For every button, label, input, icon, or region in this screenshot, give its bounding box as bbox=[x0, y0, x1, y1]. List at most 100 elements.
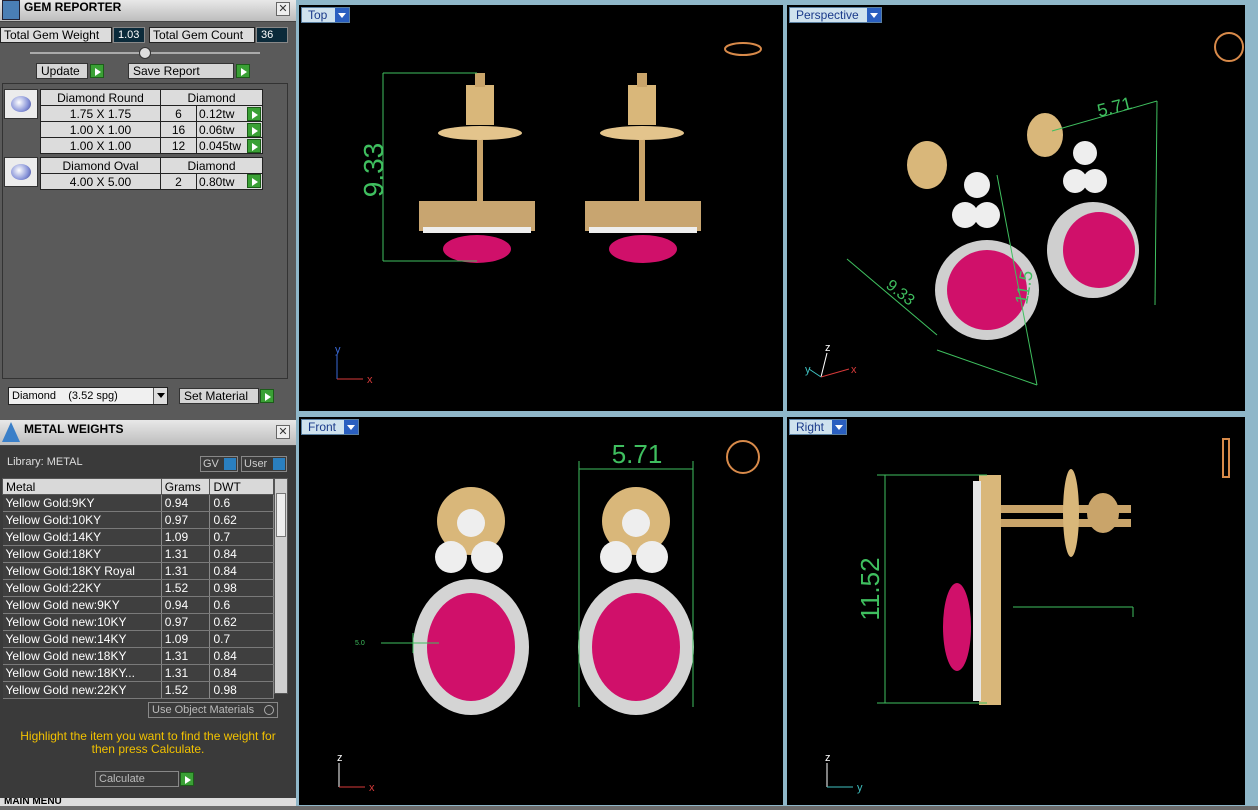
column-header[interactable]: Metal bbox=[2, 478, 162, 495]
viewport-front-label[interactable]: Front bbox=[301, 419, 360, 435]
close-icon[interactable]: ✕ bbox=[276, 2, 290, 16]
viewport-top-label[interactable]: Top bbox=[301, 7, 351, 23]
gem-reporter-icon bbox=[2, 0, 20, 20]
metal-grams: 0.97 bbox=[161, 511, 211, 529]
metal-dwt: 0.7 bbox=[209, 630, 274, 648]
set-material-button[interactable]: Set Material bbox=[179, 388, 259, 404]
viewport-perspective-label[interactable]: Perspective bbox=[789, 7, 882, 23]
column-header[interactable]: Grams bbox=[160, 478, 211, 495]
table-row[interactable]: Yellow Gold new:18KY 1.31 0.84 bbox=[2, 647, 274, 665]
close-icon[interactable]: ✕ bbox=[276, 425, 290, 439]
metal-dwt: 0.62 bbox=[209, 613, 274, 631]
chevron-down-icon[interactable] bbox=[344, 420, 359, 434]
calculate-arrow-icon[interactable] bbox=[180, 772, 194, 786]
gem-group-material: Diamond bbox=[160, 89, 263, 106]
chevron-down-icon[interactable] bbox=[832, 420, 847, 434]
metal-dwt: 0.98 bbox=[209, 681, 274, 699]
metal-table-scrollbar[interactable] bbox=[274, 478, 288, 694]
calculate-button[interactable]: Calculate bbox=[95, 771, 179, 787]
axis-x-label: x bbox=[369, 782, 375, 794]
update-arrow-icon[interactable] bbox=[90, 64, 104, 78]
chevron-down-icon[interactable] bbox=[335, 8, 350, 22]
user-label: User bbox=[244, 458, 268, 470]
viewport-right-label[interactable]: Right bbox=[789, 419, 848, 435]
table-row[interactable]: Yellow Gold new:14KY 1.09 0.7 bbox=[2, 630, 274, 648]
earring-left bbox=[419, 73, 535, 263]
chevron-down-icon[interactable] bbox=[153, 388, 167, 404]
select-row-icon[interactable] bbox=[247, 123, 261, 137]
table-row[interactable]: Yellow Gold new:10KY 0.97 0.62 bbox=[2, 613, 274, 631]
select-row-icon[interactable] bbox=[247, 107, 261, 121]
top-view-canvas: 9.33 y x bbox=[335, 42, 762, 386]
save-arrow-icon[interactable] bbox=[236, 64, 250, 78]
set-material-arrow-icon[interactable] bbox=[260, 389, 274, 403]
gem-reporter-title: GEM REPORTER bbox=[24, 0, 122, 14]
main-menu-bar[interactable]: MAIN MENU bbox=[0, 798, 296, 806]
gv-toggle[interactable]: GV bbox=[200, 456, 238, 472]
axis-indicator: y x bbox=[335, 344, 373, 386]
axis-z-label: z bbox=[337, 752, 343, 764]
view-cube-icon[interactable] bbox=[724, 42, 762, 56]
table-row[interactable]: Yellow Gold:22KY 1.52 0.98 bbox=[2, 579, 274, 597]
axis-y-label: y bbox=[857, 782, 863, 794]
metal-name: Yellow Gold new:10KY bbox=[2, 613, 162, 631]
axis-indicator: z x bbox=[337, 752, 375, 794]
select-row-icon[interactable] bbox=[247, 174, 261, 188]
table-row[interactable]: Yellow Gold:9KY 0.94 0.6 bbox=[2, 494, 274, 512]
gem-group-oval: Diamond Oval Diamond 4.00 X 5.00 2 0.80tw bbox=[40, 157, 263, 190]
view-cube-icon[interactable] bbox=[1214, 32, 1244, 62]
earring-right bbox=[585, 73, 701, 263]
metal-name: Yellow Gold:18KY bbox=[2, 545, 162, 563]
earring-left bbox=[413, 487, 529, 715]
metal-grams: 1.09 bbox=[161, 630, 211, 648]
total-count-value: 36 bbox=[256, 27, 288, 43]
metal-dwt: 0.84 bbox=[209, 545, 274, 563]
user-toggle[interactable]: User bbox=[241, 456, 287, 472]
metal-name: Yellow Gold:14KY bbox=[2, 528, 162, 546]
gem-count: 16 bbox=[160, 121, 197, 138]
table-row[interactable]: Yellow Gold:18KY 1.31 0.84 bbox=[2, 545, 274, 563]
table-row[interactable]: Yellow Gold new:22KY 1.52 0.98 bbox=[2, 681, 274, 699]
dimension-label: 9.33 bbox=[883, 277, 918, 310]
viewport-right[interactable]: Right 11.52 z y bbox=[786, 416, 1246, 806]
dimension-label: 9.33 bbox=[358, 143, 389, 198]
view-cube-icon[interactable] bbox=[726, 440, 760, 474]
metal-grams: 1.31 bbox=[161, 647, 211, 665]
gem-count: 2 bbox=[160, 173, 197, 190]
save-report-button[interactable]: Save Report bbox=[128, 63, 234, 79]
viewport-front-name: Front bbox=[308, 420, 337, 434]
metal-name: Yellow Gold new:22KY bbox=[2, 681, 162, 699]
earring-side bbox=[943, 469, 1131, 705]
total-weight-value: 1.03 bbox=[113, 27, 145, 43]
gem-group-round: Diamond Round Diamond 1.75 X 1.75 6 0.12tw … bbox=[40, 89, 263, 154]
table-row[interactable]: Yellow Gold:14KY 1.09 0.7 bbox=[2, 528, 274, 546]
metal-name: Yellow Gold new:18KY... bbox=[2, 664, 162, 682]
gem-group-name: Diamond Round bbox=[40, 89, 161, 106]
splitter-handle[interactable] bbox=[139, 47, 151, 59]
use-object-materials-checkbox[interactable]: Use Object Materials bbox=[148, 702, 278, 718]
viewport-perspective[interactable]: Perspective 5.71 9.33 11.5 z x y bbox=[786, 4, 1246, 412]
dimension-label: 5.71 bbox=[612, 439, 663, 469]
right-view-canvas: 11.52 z y bbox=[825, 438, 1230, 794]
viewport-top[interactable]: Top 9.33 y x bbox=[298, 4, 784, 412]
select-row-icon[interactable] bbox=[247, 139, 261, 153]
axis-z-label: z bbox=[825, 752, 831, 764]
axis-indicator: z x y bbox=[805, 342, 857, 378]
gem-group-name: Diamond Oval bbox=[40, 157, 161, 174]
axis-y-label: y bbox=[335, 344, 341, 356]
view-cube-icon[interactable] bbox=[1222, 438, 1230, 478]
gem-size: 1.00 X 1.00 bbox=[40, 121, 161, 138]
table-row[interactable]: Yellow Gold:10KY 0.97 0.62 bbox=[2, 511, 274, 529]
axis-z-label: z bbox=[825, 342, 831, 354]
metal-dwt: 0.6 bbox=[209, 494, 274, 512]
column-header[interactable]: DWT bbox=[209, 478, 274, 495]
table-row[interactable]: Yellow Gold new:18KY... 1.31 0.84 bbox=[2, 664, 274, 682]
viewport-front[interactable]: Front 5.71 5.0 z x bbox=[298, 416, 784, 806]
table-row[interactable]: Yellow Gold:18KY Royal 1.31 0.84 bbox=[2, 562, 274, 580]
material-select[interactable]: Diamond (3.52 spg) bbox=[8, 387, 168, 405]
axis-y-label: y bbox=[805, 364, 811, 376]
table-row[interactable]: Yellow Gold new:9KY 0.94 0.6 bbox=[2, 596, 274, 614]
chevron-down-icon[interactable] bbox=[866, 8, 881, 22]
earring-right bbox=[578, 487, 694, 715]
update-button[interactable]: Update bbox=[36, 63, 88, 79]
